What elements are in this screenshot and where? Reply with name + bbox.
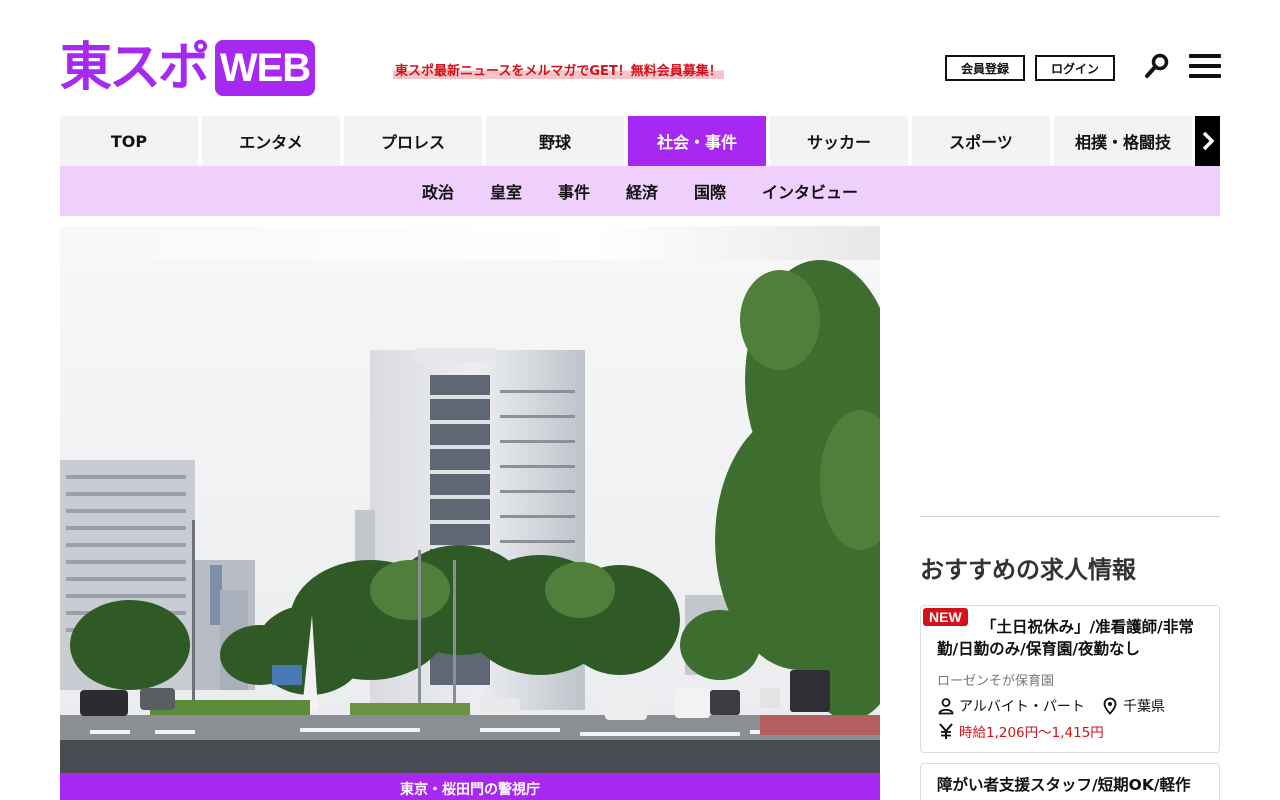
job-title[interactable]: 障がい者支援スタッフ/短期OK/軽作 [937,774,1207,796]
yen-icon [939,723,953,739]
job-card[interactable]: 障がい者支援スタッフ/短期OK/軽作 [920,763,1220,800]
job-company: ローゼンそが保育園 [937,674,1055,689]
job-pay: 時給1,206円～1,415円 [937,721,1104,741]
newsletter-promo-link[interactable]: 東スポ最新ニュースをメルマガでGET！無料会員募集！ [393,60,724,79]
subnav-item-imperial-family[interactable]: 皇室 [490,179,522,203]
pay-text: 時給1,206円～1,415円 [959,725,1104,741]
chevron-right-icon [1202,131,1214,151]
logo-text: 東スポ [60,38,210,98]
login-button[interactable]: ログイン [1035,55,1115,81]
logo-badge: WEB [215,40,316,96]
nav-item-entertainment[interactable]: エンタメ [202,116,340,166]
nav-item-sports[interactable]: スポーツ [912,116,1050,166]
police-headquarters-photo [60,260,880,774]
subnav-item-interview[interactable]: インタビュー [762,179,858,203]
subnav-item-incidents[interactable]: 事件 [558,179,590,203]
nav-scroll-next-button[interactable] [1195,116,1220,166]
nav-item-top[interactable]: TOP [60,116,198,166]
job-section-title: おすすめの求人情報 [920,556,1136,584]
location-text: 千葉県 [1123,699,1165,715]
employment-type-text: アルバイト・パート [959,699,1085,715]
sidebar-divider [920,516,1220,517]
hero-article-image[interactable]: 東京・桜田門の警視庁 [60,226,880,800]
hero-caption: 東京・桜田門の警視庁 [60,773,880,800]
person-icon [938,698,954,715]
register-button[interactable]: 会員登録 [945,55,1025,81]
job-employment-type: アルバイト・パート [937,696,1085,716]
site-logo[interactable]: 東スポ WEB [60,38,316,98]
search-icon[interactable] [1143,52,1171,80]
main-nav: TOP エンタメ プロレス 野球 社会・事件 サッカー スポーツ 相撲・格闘技 [60,116,1220,166]
nav-item-sumo-fighting[interactable]: 相撲・格闘技 [1054,116,1192,166]
nav-item-pro-wrestling[interactable]: プロレス [344,116,482,166]
subnav-item-international[interactable]: 国際 [694,179,726,203]
job-title-text: 「土日祝休み」/准看護師/非常勤/日勤のみ/保育園/夜勤なし [937,618,1194,658]
hero-image-top-band [60,226,880,260]
nav-item-society[interactable]: 社会・事件 [628,116,766,166]
hamburger-menu-icon[interactable] [1189,54,1221,80]
nav-item-baseball[interactable]: 野球 [486,116,624,166]
location-pin-icon [1103,697,1117,715]
job-title[interactable]: 「土日祝休み」/准看護師/非常勤/日勤のみ/保育園/夜勤なし [937,616,1207,660]
job-card[interactable]: NEW 「土日祝休み」/准看護師/非常勤/日勤のみ/保育園/夜勤なし ローゼンそ… [920,605,1220,753]
sub-nav: 政治 皇室 事件 経済 国際 インタビュー [60,166,1220,216]
job-location: 千葉県 [1101,696,1165,716]
subnav-item-economy[interactable]: 経済 [626,179,658,203]
subnav-item-politics[interactable]: 政治 [422,179,454,203]
nav-item-soccer[interactable]: サッカー [770,116,908,166]
